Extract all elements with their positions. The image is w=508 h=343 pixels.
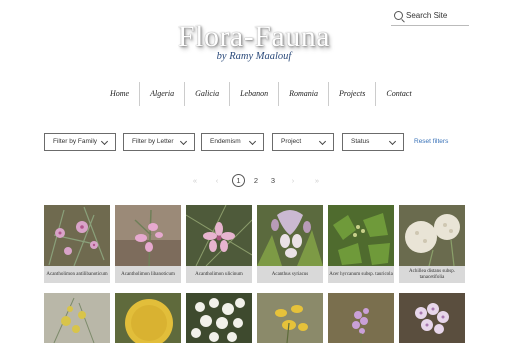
plant-photo[interactable] [115, 293, 181, 343]
letter-filter-dropdown[interactable]: Filter by Letter [123, 133, 195, 151]
page-1-button[interactable]: 1 [232, 174, 245, 187]
first-page-button[interactable]: « [189, 173, 201, 188]
family-filter-dropdown[interactable]: Filter by Family [44, 133, 116, 151]
nav-item-projects[interactable]: Projects [328, 82, 375, 106]
nav-item-home[interactable]: Home [100, 82, 139, 106]
page-2-button[interactable]: 2 [250, 173, 262, 188]
plant-caption: Acanthus syriacus [257, 266, 323, 283]
plant-photo[interactable] [257, 205, 323, 266]
status-filter-dropdown[interactable]: Status [342, 133, 404, 151]
next-page-button[interactable]: › [288, 173, 298, 188]
plant-card[interactable]: Acanthus syriacus [257, 205, 323, 283]
plant-card[interactable]: Acer hyrcanum subsp. tauricola [328, 205, 394, 283]
plant-card[interactable] [257, 293, 323, 343]
nav-item-lebanon[interactable]: Lebanon [229, 82, 278, 106]
plant-caption: Acantholimon antilibanoticum [44, 266, 110, 283]
plant-card[interactable] [44, 293, 110, 343]
plant-photo[interactable] [399, 205, 465, 266]
search-placeholder: Search Site [406, 11, 448, 20]
status-filter-label: Status [351, 138, 370, 145]
chevron-down-icon [179, 137, 188, 146]
plant-photo[interactable] [115, 205, 181, 266]
plant-card[interactable] [399, 293, 465, 343]
plant-caption: Acer hyrcanum subsp. tauricola [328, 266, 394, 283]
chevron-down-icon [388, 137, 397, 146]
chevron-down-icon [318, 137, 327, 146]
plant-photo[interactable] [44, 205, 110, 266]
plant-card[interactable]: Acantholimon libanoticum [115, 205, 181, 283]
plant-card[interactable]: Acantholimon ulicinum [186, 205, 252, 283]
site-title[interactable]: Flora-Fauna [0, 20, 508, 54]
plant-card[interactable]: Achillea distans subsp. tanacetifolia [399, 205, 465, 283]
chevron-down-icon [248, 137, 257, 146]
nav-item-contact[interactable]: Contact [375, 82, 421, 106]
reset-filters-link[interactable]: Reset filters [414, 133, 448, 151]
prev-page-button[interactable]: ‹ [212, 173, 222, 188]
search-icon [394, 11, 403, 20]
nav-item-galicia[interactable]: Galicia [184, 82, 229, 106]
plant-caption: Acantholimon ulicinum [186, 266, 252, 283]
plant-card[interactable] [115, 293, 181, 343]
project-filter-dropdown[interactable]: Project [272, 133, 334, 151]
plant-photo[interactable] [328, 293, 394, 343]
plant-card[interactable]: Acantholimon antilibanoticum [44, 205, 110, 283]
family-filter-label: Filter by Family [53, 138, 98, 145]
main-nav: Home Algeria Galicia Lebanon Romania Pro… [100, 82, 422, 106]
plant-photo[interactable] [257, 293, 323, 343]
plant-caption: Acantholimon libanoticum [115, 266, 181, 283]
plant-photo[interactable] [44, 293, 110, 343]
nav-item-romania[interactable]: Romania [278, 82, 328, 106]
plant-photo[interactable] [186, 293, 252, 343]
project-filter-label: Project [281, 138, 302, 145]
nav-item-algeria[interactable]: Algeria [139, 82, 184, 106]
endemism-filter-dropdown[interactable]: Endemism [201, 133, 264, 151]
chevron-down-icon [100, 137, 109, 146]
plant-photo[interactable] [186, 205, 252, 266]
letter-filter-label: Filter by Letter [132, 138, 174, 145]
plant-photo[interactable] [328, 205, 394, 266]
page-3-button[interactable]: 3 [267, 173, 279, 188]
site-subtitle: by Ramy Maalouf [216, 51, 292, 62]
endemism-filter-label: Endemism [210, 138, 241, 145]
plant-card[interactable] [186, 293, 252, 343]
plant-card[interactable] [328, 293, 394, 343]
plant-photo[interactable] [399, 293, 465, 343]
last-page-button[interactable]: » [311, 173, 323, 188]
plant-caption: Achillea distans subsp. tanacetifolia [399, 266, 465, 283]
